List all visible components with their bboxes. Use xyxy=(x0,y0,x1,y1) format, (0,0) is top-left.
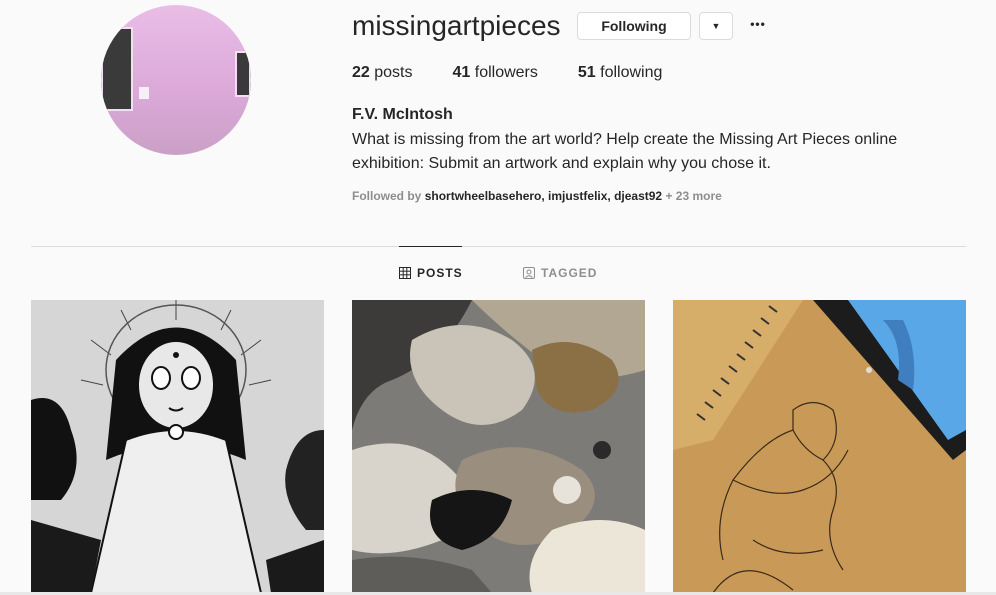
more-options-button[interactable]: ••• xyxy=(749,12,767,36)
followers-stat[interactable]: 41 followers xyxy=(453,64,538,82)
active-tab-indicator xyxy=(399,246,462,247)
post-image-marble-painting xyxy=(352,300,645,593)
tabs-divider xyxy=(31,246,966,247)
posts-count: 22 xyxy=(352,64,370,81)
post-image-sketchbook-drawing xyxy=(673,300,966,593)
posts-stat: 22 posts xyxy=(352,64,413,82)
followed-by-prefix: Followed by xyxy=(352,189,422,203)
followed-by[interactable]: Followed by shortwheelbasehero, imjustfe… xyxy=(352,189,722,203)
artwork-frame-right xyxy=(235,51,251,97)
following-stat[interactable]: 51 following xyxy=(578,64,663,82)
following-button[interactable]: Following xyxy=(577,12,691,40)
more-icon: ••• xyxy=(750,17,766,31)
profile-stats: 22 posts 41 followers 51 following xyxy=(352,64,702,82)
following-count: 51 xyxy=(577,64,596,81)
wall-plaque xyxy=(139,87,149,99)
tab-tagged[interactable]: TAGGED xyxy=(523,266,597,280)
tab-posts[interactable]: POSTS xyxy=(399,266,463,280)
tab-tagged-label: TAGGED xyxy=(541,266,598,280)
full-name: F.V. McIntosh xyxy=(352,106,453,123)
posts-label: posts xyxy=(374,64,413,81)
post-thumbnail[interactable] xyxy=(31,300,324,593)
followed-by-users: shortwheelbasehero, imjustfelix, djeast9… xyxy=(424,189,663,203)
artwork-frame-left xyxy=(101,27,133,111)
post-thumbnail[interactable] xyxy=(673,300,966,593)
profile-avatar[interactable] xyxy=(101,5,251,155)
chevron-down-icon: ▼ xyxy=(711,21,721,31)
post-thumbnail[interactable] xyxy=(352,300,645,593)
grid-icon xyxy=(399,267,411,279)
followers-count: 41 xyxy=(452,64,471,81)
dropdown-button[interactable]: ▼ xyxy=(699,12,733,40)
tab-posts-label: POSTS xyxy=(417,266,463,280)
username: missingartpieces xyxy=(352,10,561,41)
tag-icon xyxy=(523,267,535,279)
bio-text: What is missing from the art world? Help… xyxy=(352,131,898,172)
followers-label: followers xyxy=(474,64,538,81)
post-image-ink-drawing xyxy=(31,300,324,593)
following-label: following xyxy=(600,64,663,81)
followed-by-more: + 23 more xyxy=(665,189,722,203)
